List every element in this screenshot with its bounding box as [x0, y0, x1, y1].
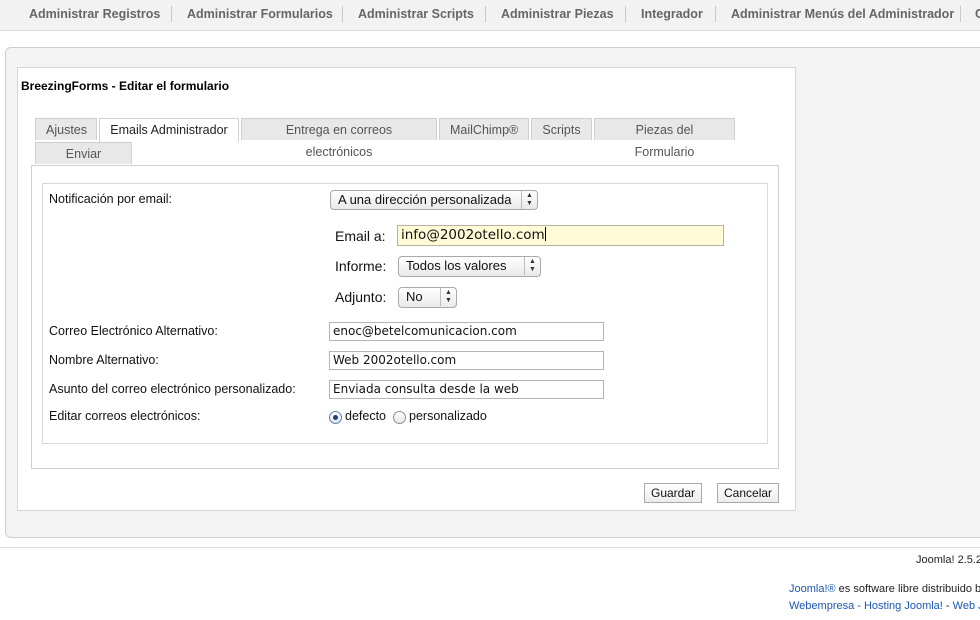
- radio-defecto-label[interactable]: defecto: [345, 409, 386, 423]
- tab-ajustes[interactable]: Ajustes: [35, 118, 97, 140]
- menu-item-integrador[interactable]: Integrador: [641, 7, 703, 21]
- tab-enviar-piezas[interactable]: Enviar Piezas: [35, 142, 132, 183]
- report-select[interactable]: Todos los valores ▲ ▼: [398, 256, 541, 277]
- email-to-input[interactable]: info@2002otello.com: [397, 225, 724, 246]
- menu-separator: [715, 6, 716, 22]
- tab-emails-administrador[interactable]: Emails Administrador: [99, 118, 239, 142]
- menu-separator: [625, 6, 626, 22]
- tab-piezas-formulario[interactable]: Piezas del Formulario: [594, 118, 735, 159]
- page-title: BreezingForms - Editar el formulario: [21, 79, 230, 93]
- footer-separator: -: [942, 600, 953, 612]
- notification-select[interactable]: A una dirección personalizada ▲ ▼: [330, 190, 538, 210]
- menu-separator: [342, 6, 343, 22]
- subject-input[interactable]: Enviada consulta desde la web: [329, 380, 604, 399]
- menu-item-administrar-scripts[interactable]: Administrar Scripts: [358, 7, 474, 21]
- text-caret: [544, 227, 546, 241]
- footer-line-1: Joomla!® es software libre distribuido b…: [789, 583, 980, 595]
- notification-label: Notificación por email:: [49, 192, 172, 206]
- joomla-link[interactable]: Joomla!®: [789, 583, 836, 595]
- radio-personalizado-label[interactable]: personalizado: [409, 409, 487, 423]
- web-link[interactable]: Web J: [953, 600, 980, 612]
- alt-name-input[interactable]: Web 2002otello.com: [329, 351, 604, 370]
- email-to-label: Email a:: [335, 228, 386, 244]
- report-select-value: Todos los valores: [406, 258, 507, 273]
- menu-item-truncated[interactable]: C: [975, 7, 980, 21]
- alt-email-input[interactable]: enoc@betelcomunicacion.com: [329, 322, 604, 341]
- menu-item-administrar-menus[interactable]: Administrar Menús del Administrador: [731, 7, 954, 21]
- attachment-label: Adjunto:: [335, 289, 387, 305]
- menu-separator: [960, 6, 961, 22]
- alt-name-label: Nombre Alternativo:: [49, 353, 159, 367]
- menu-item-administrar-formularios[interactable]: Administrar Formularios: [187, 7, 333, 21]
- radio-personalizado[interactable]: [393, 411, 406, 424]
- menu-separator: [485, 6, 486, 22]
- report-label: Informe:: [335, 258, 387, 274]
- select-arrows-icon: ▲ ▼: [521, 191, 537, 209]
- tab-mailchimp[interactable]: MailChimp®: [439, 118, 529, 140]
- email-settings-fieldset: [42, 183, 768, 444]
- email-to-value: info@2002otello.com: [401, 227, 545, 243]
- save-button[interactable]: Guardar: [644, 483, 703, 503]
- alt-name-value: Web 2002otello.com: [333, 353, 457, 367]
- footer-version: Joomla! 2.5.2: [916, 554, 980, 566]
- webempresa-link[interactable]: Webempresa - Hosting Joomla!: [789, 600, 943, 612]
- tab-entrega-correos[interactable]: Entrega en correos electrónicos: [241, 118, 437, 159]
- edit-emails-label: Editar correos electrónicos:: [49, 409, 201, 423]
- attachment-select[interactable]: No ▲ ▼: [398, 287, 457, 308]
- radio-defecto[interactable]: [329, 411, 342, 424]
- notification-select-value: A una dirección personalizada: [338, 192, 512, 207]
- alt-email-label: Correo Electrónico Alternativo:: [49, 324, 218, 338]
- footer-license-text: es software libre distribuido ba: [835, 583, 980, 595]
- alt-email-value: enoc@betelcomunicacion.com: [333, 324, 517, 338]
- menu-item-administrar-piezas[interactable]: Administrar Piezas: [501, 7, 614, 21]
- select-arrows-icon: ▲ ▼: [524, 257, 540, 275]
- cancel-button[interactable]: Cancelar: [717, 483, 780, 503]
- footer-line-2: Webempresa - Hosting Joomla! - Web J: [789, 600, 980, 612]
- menu-item-administrar-registros[interactable]: Administrar Registros: [29, 7, 160, 21]
- menu-separator: [171, 6, 172, 22]
- attachment-select-value: No: [406, 289, 423, 304]
- top-menu: Administrar Registros Administrar Formul…: [0, 0, 980, 31]
- subject-value: Enviada consulta desde la web: [333, 382, 519, 396]
- footer-divider: [0, 547, 980, 548]
- tab-scripts[interactable]: Scripts: [531, 118, 592, 140]
- subject-label: Asunto del correo electrónico personaliz…: [49, 382, 296, 396]
- select-arrows-icon: ▲ ▼: [440, 288, 456, 306]
